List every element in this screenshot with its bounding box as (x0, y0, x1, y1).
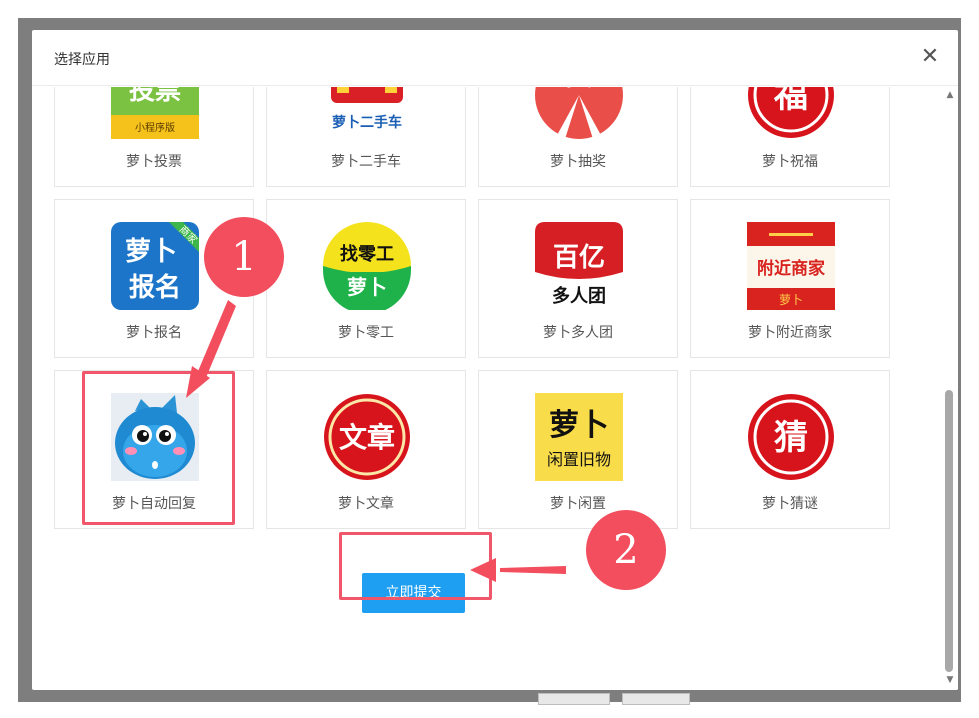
step-badge-1: 1 (204, 217, 284, 297)
step-badge-2: 2 (586, 510, 666, 590)
arrow-to-submit-icon (500, 566, 566, 574)
arrow-head-submit-icon (470, 558, 496, 582)
arrow-to-auto-reply-icon (196, 300, 236, 380)
annotation-arrows (186, 300, 566, 582)
